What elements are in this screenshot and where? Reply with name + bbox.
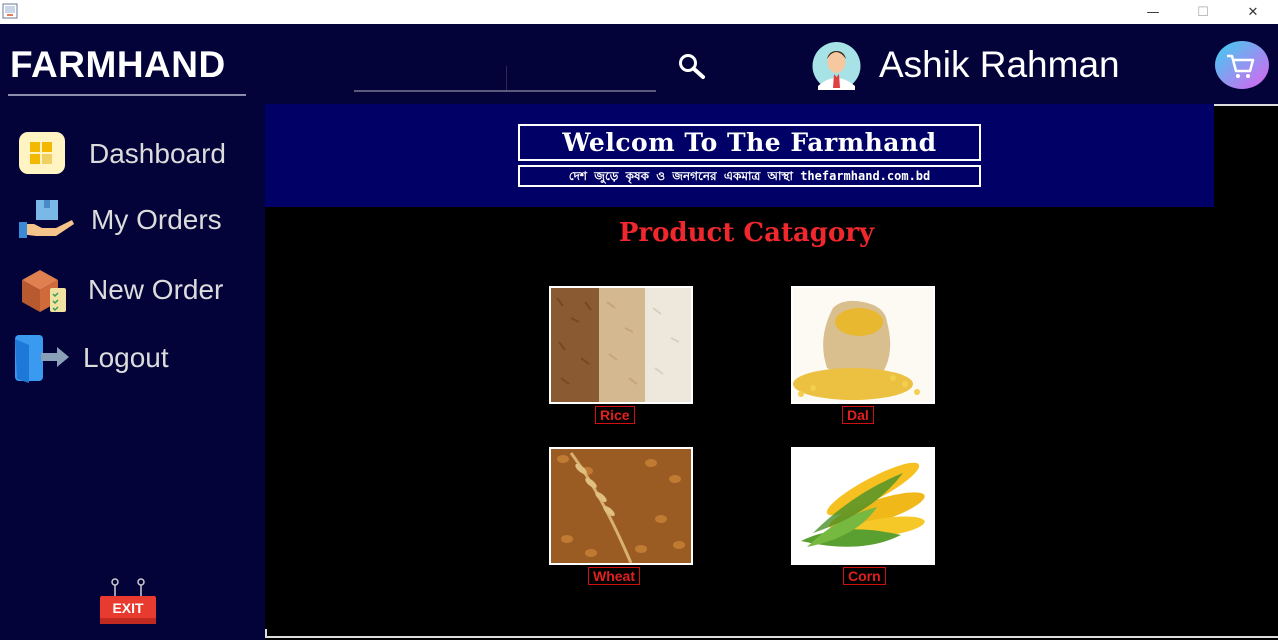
orders-icon [19,200,74,238]
java-app-icon [2,3,18,19]
close-window-button[interactable]: ✕ [1230,0,1276,24]
product-label: Corn [843,567,886,585]
cart-icon[interactable] [1214,41,1270,89]
product-label: Dal [842,406,874,424]
sidebar-item-logout[interactable]: Logout [0,330,265,386]
banner-title: Welcom To The Farmhand [518,124,981,161]
search-divider [506,66,507,90]
maximize-button[interactable]: ☐ [1180,0,1226,24]
sidebar-item-new-order[interactable]: New Order [0,262,265,318]
search-input[interactable] [354,62,656,90]
dal-image [791,286,935,404]
rice-image [549,286,693,404]
corn-image [791,447,935,565]
sidebar-item-label: Dashboard [89,138,226,169]
search-underline [354,90,656,92]
brand-divider [8,94,246,96]
brand-logo-text: FARMHAND [10,44,226,85]
minimize-button[interactable]: — [1130,0,1176,24]
product-card-dal[interactable]: Dal [791,286,935,424]
panel-border [1214,104,1278,106]
wheat-picture [551,449,691,563]
dashboard-icon [19,132,65,174]
product-label: Wheat [588,567,640,585]
new-order-icon [22,270,66,312]
panel-border [265,629,267,638]
exit-label: EXIT [112,600,144,616]
sidebar-item-dashboard[interactable]: Dashboard [0,126,265,182]
avatar [812,42,861,90]
welcome-banner: Welcom To The Farmhand দেশ জুড়ে কৃষক ও … [265,104,1214,207]
header-bar: Ashik Rahman [265,24,1278,104]
main-content: Welcom To The Farmhand দেশ জুড়ে কৃষক ও … [265,104,1278,640]
product-card-corn[interactable]: Corn [791,447,935,585]
section-title: Product Catagory [618,218,875,248]
user-name: Ashik Rahman [879,44,1120,85]
sidebar-item-my-orders[interactable]: My Orders [0,192,265,248]
sidebar-item-label: Logout [83,342,169,373]
window-titlebar: — ☐ ✕ [0,0,1278,24]
dal-picture [793,288,933,402]
rice-picture [551,288,691,402]
product-card-wheat[interactable]: Wheat [549,447,693,585]
corn-picture [793,449,933,563]
sidebar: FARMHAND Dashboard My Orders New Order L… [0,24,265,640]
banner-subtitle: দেশ জুড়ে কৃষক ও জনগনের একমাত্র আস্থা th… [518,165,981,187]
logout-icon [15,335,69,383]
wheat-image [549,447,693,565]
exit-button[interactable]: EXIT [98,578,158,628]
sidebar-item-label: New Order [88,274,224,305]
panel-border [265,636,1278,638]
product-card-rice[interactable]: Rice [549,286,693,424]
product-label: Rice [595,406,635,424]
sidebar-item-label: My Orders [91,204,222,235]
search-icon[interactable] [677,52,707,82]
